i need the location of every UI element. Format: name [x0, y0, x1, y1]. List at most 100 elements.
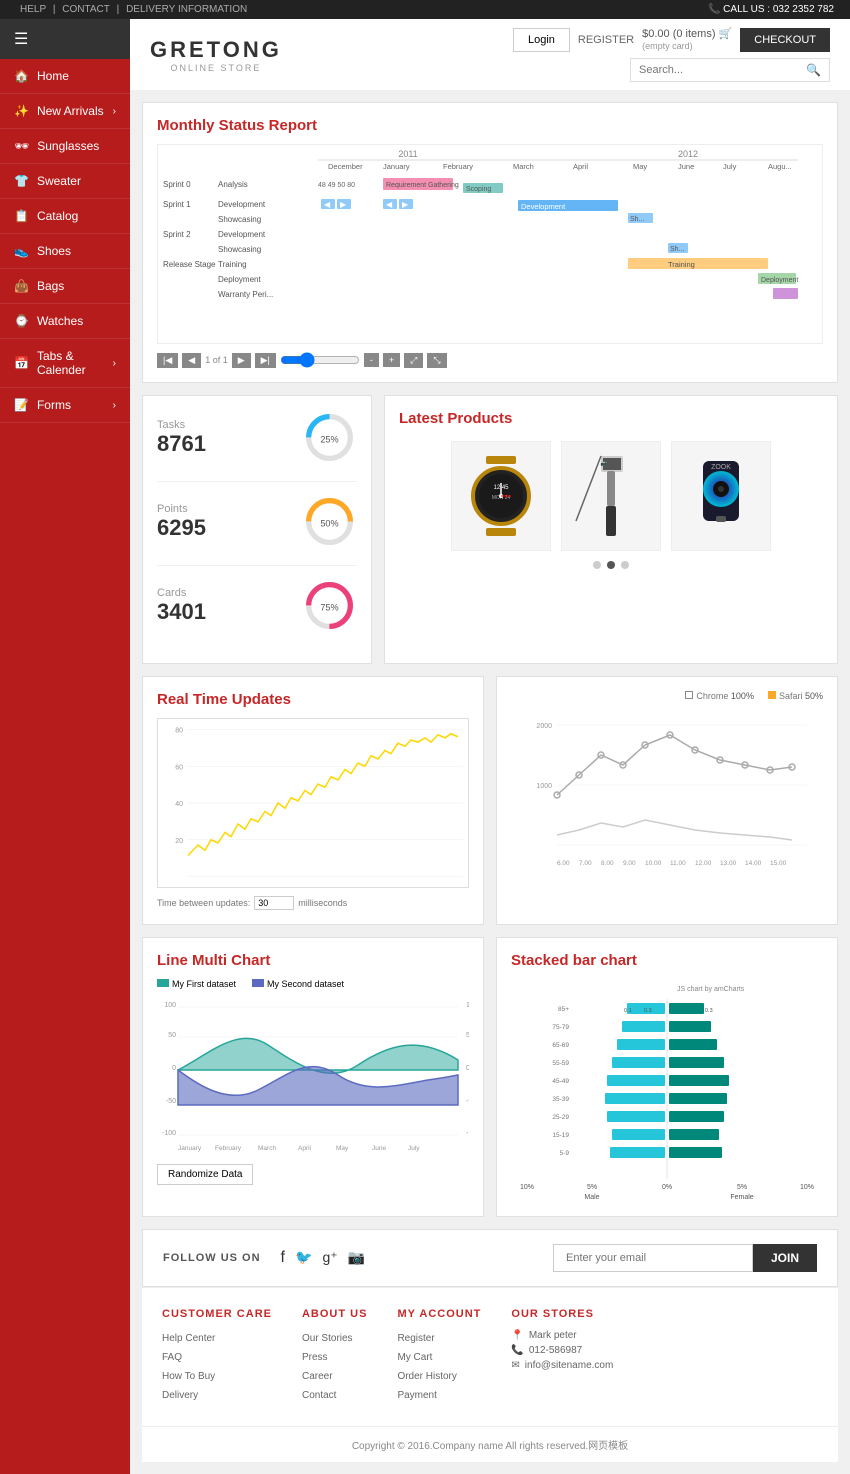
- svg-text:25%: 25%: [320, 435, 338, 445]
- facebook-icon[interactable]: f: [281, 1249, 285, 1267]
- twitter-icon[interactable]: 🐦: [295, 1249, 312, 1267]
- stacked-bar-svg: JS chart by amCharts 10% 5% 0% 5% 10% Ma…: [511, 979, 823, 1199]
- sidebar-item-tabs[interactable]: 📅Tabs & Calender›: [0, 339, 130, 388]
- faq-link[interactable]: FAQ: [162, 1352, 182, 1363]
- product-selfie-stick[interactable]: 📷: [561, 441, 661, 551]
- join-button[interactable]: JOIN: [753, 1244, 817, 1272]
- svg-text:Sprint 2: Sprint 2: [163, 230, 191, 239]
- header-right: Login REGISTER $0.00 (0 items) 🛒 (empty …: [513, 27, 830, 82]
- gantt-prev[interactable]: ◀: [182, 353, 201, 368]
- cards-stat: Cards 3401 75%: [157, 578, 357, 633]
- sidebar-item-sweater[interactable]: 👕Sweater: [0, 164, 130, 199]
- line-multi-title: Line Multi Chart: [157, 952, 469, 969]
- store-phone: 📞 012-586987: [511, 1345, 613, 1356]
- customer-care-heading: CUSTOMER CARE: [162, 1308, 272, 1320]
- googleplus-icon[interactable]: g⁺: [322, 1249, 337, 1267]
- social-icons: f 🐦 g⁺ 📷: [281, 1249, 366, 1267]
- sidebar-item-new-arrivals[interactable]: ✨New Arrivals›: [0, 94, 130, 129]
- svg-text:5%: 5%: [737, 1184, 747, 1191]
- time-input[interactable]: [254, 896, 294, 910]
- svg-text:10.00: 10.00: [645, 860, 662, 867]
- svg-text:40: 40: [175, 800, 183, 808]
- svg-text:📷: 📷: [601, 461, 607, 467]
- gantt-zoom-in[interactable]: +: [383, 353, 400, 367]
- our-stories-link[interactable]: Our Stories: [302, 1333, 353, 1344]
- delivery-footer-link[interactable]: Delivery: [162, 1390, 198, 1401]
- svg-text:Female: Female: [730, 1194, 753, 1199]
- how-to-buy-link[interactable]: How To Buy: [162, 1371, 215, 1382]
- delivery-link[interactable]: DELIVERY INFORMATION: [126, 4, 247, 15]
- svg-text:Release Stage: Release Stage: [163, 260, 216, 269]
- help-center-link[interactable]: Help Center: [162, 1333, 215, 1344]
- gantt-zoom-out[interactable]: -: [364, 353, 379, 367]
- svg-text:February: February: [215, 1145, 242, 1152]
- gantt-expand[interactable]: ⤢: [404, 353, 423, 368]
- register-footer-link[interactable]: Register: [397, 1333, 434, 1344]
- svg-text:60: 60: [175, 763, 183, 771]
- svg-text:100: 100: [164, 1002, 176, 1009]
- email-input[interactable]: [553, 1244, 753, 1272]
- product-watch[interactable]: 12:45 MON 24: [451, 441, 551, 551]
- svg-text:13.00: 13.00: [720, 860, 737, 867]
- gantt-last[interactable]: ▶|: [255, 353, 276, 368]
- gantt-first[interactable]: |◀: [157, 353, 178, 368]
- help-link[interactable]: HELP: [20, 4, 46, 15]
- gantt-next[interactable]: ▶: [232, 353, 251, 368]
- svg-text:15-19: 15-19: [552, 1132, 569, 1139]
- svg-text:-50: -50: [166, 1098, 176, 1105]
- instagram-icon[interactable]: 📷: [348, 1249, 365, 1267]
- register-button[interactable]: REGISTER: [578, 34, 634, 46]
- svg-text:100: 100: [466, 1002, 469, 1009]
- hamburger-button[interactable]: ☰: [0, 19, 130, 59]
- svg-text:Development: Development: [218, 200, 266, 209]
- svg-text:March: March: [258, 1145, 276, 1152]
- svg-text:May: May: [336, 1145, 349, 1152]
- svg-text:Augu...: Augu...: [768, 162, 792, 171]
- press-link[interactable]: Press: [302, 1352, 328, 1363]
- checkout-button[interactable]: CHECKOUT: [740, 28, 830, 52]
- sidebar-item-sunglasses[interactable]: 🕶Sunglasses: [0, 129, 130, 164]
- sidebar-item-bags[interactable]: 👜Bags: [0, 269, 130, 304]
- latest-products-title: Latest Products: [399, 410, 823, 427]
- follow-text: FOLLOW US ON: [163, 1252, 261, 1264]
- contact-link-footer[interactable]: Contact: [302, 1390, 336, 1401]
- sidebar-item-home[interactable]: 🏠Home: [0, 59, 130, 94]
- login-button[interactable]: Login: [513, 28, 570, 52]
- tasks-donut: 25%: [302, 410, 357, 465]
- sidebar-item-shoes[interactable]: 👟Shoes: [0, 234, 130, 269]
- svg-text:July: July: [723, 162, 737, 171]
- contact-link[interactable]: CONTACT: [62, 4, 110, 15]
- my-cart-link[interactable]: My Cart: [397, 1352, 432, 1363]
- svg-text:▶: ▶: [402, 200, 409, 209]
- svg-text:February: February: [443, 162, 473, 171]
- logo-name: GRETONG: [150, 37, 282, 63]
- career-link[interactable]: Career: [302, 1371, 333, 1382]
- search-icon[interactable]: 🔍: [806, 63, 821, 77]
- monthly-report-card: Monthly Status Report 2011 2012 December…: [142, 102, 838, 383]
- sidebar-item-catalog[interactable]: 📋Catalog: [0, 199, 130, 234]
- randomize-button[interactable]: Randomize Data: [157, 1164, 253, 1185]
- phone-number: 📞 CALL US : 032 2352 782: [708, 4, 834, 15]
- svg-text:15.00: 15.00: [770, 860, 787, 867]
- product-speaker[interactable]: ZOOK: [671, 441, 771, 551]
- svg-text:◀: ◀: [324, 200, 331, 209]
- dot-1[interactable]: [593, 561, 601, 569]
- search-bar: 🔍: [630, 58, 830, 82]
- svg-text:50: 50: [168, 1032, 176, 1039]
- dataset2-label: My Second dataset: [267, 979, 344, 989]
- gantt-zoom[interactable]: [280, 352, 360, 368]
- sidebar-item-watches[interactable]: ⌚Watches: [0, 304, 130, 339]
- search-input[interactable]: [639, 64, 806, 76]
- newsletter: JOIN: [553, 1244, 817, 1272]
- stacked-bar-title: Stacked bar chart: [511, 952, 823, 969]
- about-us-heading: ABOUT US: [302, 1308, 367, 1320]
- svg-text:80: 80: [175, 727, 183, 735]
- our-stores-col: OUR STORES 📍 Mark peter 📞 012-586987 ✉ i…: [511, 1308, 613, 1406]
- gantt-collapse[interactable]: ⤡: [427, 353, 446, 368]
- dot-2[interactable]: [607, 561, 615, 569]
- sidebar-item-forms[interactable]: 📝Forms›: [0, 388, 130, 423]
- order-history-link[interactable]: Order History: [397, 1371, 456, 1382]
- points-donut: 50%: [302, 494, 357, 549]
- payment-link[interactable]: Payment: [397, 1390, 436, 1401]
- dot-3[interactable]: [621, 561, 629, 569]
